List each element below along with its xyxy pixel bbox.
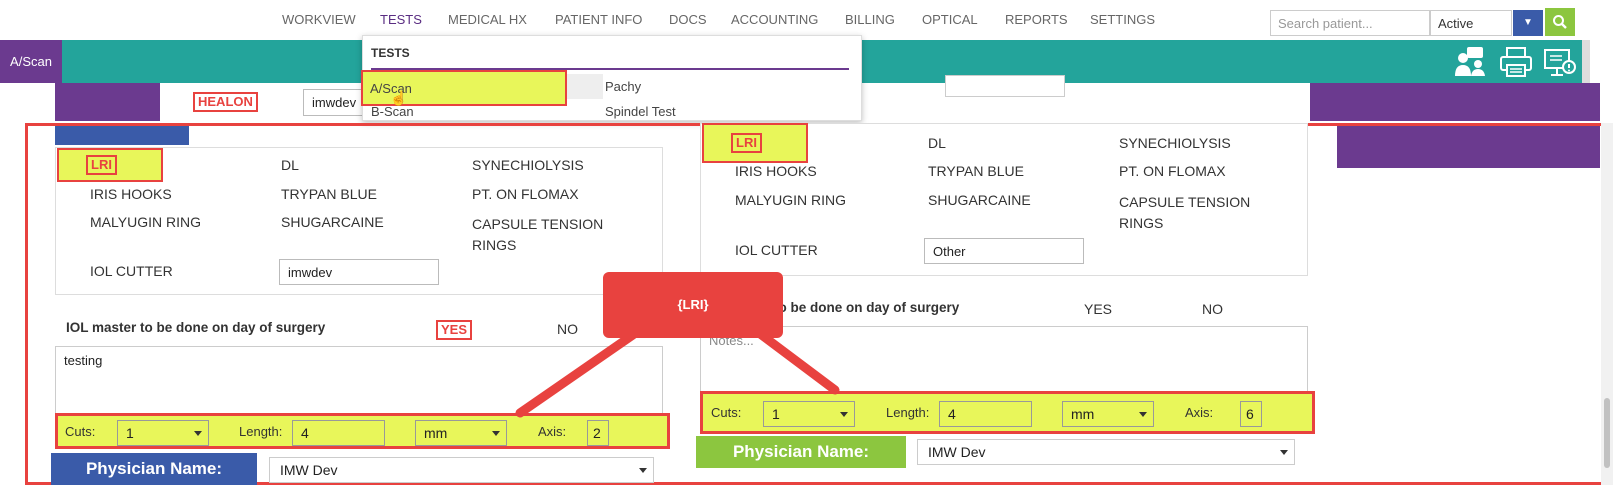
nav-settings[interactable]: SETTINGS	[1090, 12, 1155, 27]
left-physician-select[interactable]: IMW Dev	[269, 457, 654, 483]
right-length-label: Length:	[886, 405, 930, 420]
right-lri-option[interactable]: LRI	[731, 133, 762, 153]
tab-ascan[interactable]: A/Scan	[0, 40, 62, 83]
search-patient-input[interactable]: Search patient...	[1270, 10, 1430, 36]
left-malyugin-ring-option[interactable]: MALYUGIN RING	[90, 214, 201, 230]
left-cuts-select[interactable]: 1	[117, 420, 209, 446]
left-synechiolysis-option[interactable]: SYNECHIOLYSIS	[472, 157, 584, 173]
right-cuts-label: Cuts:	[711, 405, 742, 420]
right-capsule-tension-rings-option[interactable]: CAPSULE TENSION RINGS	[1119, 192, 1279, 234]
chevron-down-icon	[1280, 450, 1288, 455]
menu-item-ascan-highlight[interactable]: A/Scan ☝	[361, 70, 567, 106]
nav-accounting[interactable]: ACCOUNTING	[731, 12, 818, 27]
consult-icon[interactable]	[1452, 44, 1488, 80]
top-navigation: WORKVIEW TESTS MEDICAL HX PATIENT INFO D…	[0, 0, 1620, 40]
left-trypan-blue-option[interactable]: TRYPAN BLUE	[281, 186, 377, 202]
right-notes-textarea[interactable]: Notes...	[700, 326, 1308, 392]
left-dl-option[interactable]: DL	[281, 157, 299, 173]
left-iol-master-label: IOL master to be done on day of surgery	[66, 320, 326, 335]
left-unit-value: mm	[424, 425, 448, 441]
right-axis-input[interactable]: 6	[1240, 401, 1262, 427]
nav-docs[interactable]: DOCS	[669, 12, 707, 27]
right-iris-hooks-option[interactable]: IRIS HOOKS	[735, 163, 817, 179]
scrollbar-thumb[interactable]	[1604, 398, 1610, 468]
nav-reports[interactable]: REPORTS	[1005, 12, 1068, 27]
menu-item-pachy[interactable]: Pachy	[605, 79, 641, 94]
right-dl-option[interactable]: DL	[928, 135, 946, 151]
left-physician-value: IMW Dev	[280, 462, 338, 478]
right-iol-master-no[interactable]: NO	[1202, 301, 1223, 317]
right-pt-on-flomax-option[interactable]: PT. ON FLOMAX	[1119, 163, 1226, 179]
right-shugarcaine-option[interactable]: SHUGARCAINE	[928, 192, 1031, 208]
left-cuts-value: 1	[126, 425, 134, 441]
right-unit-value: mm	[1071, 406, 1095, 422]
nav-tests[interactable]: TESTS	[380, 12, 422, 27]
right-iol-cutter-option[interactable]: IOL CUTTER	[735, 242, 818, 258]
right-iol-master-yes[interactable]: YES	[1084, 301, 1112, 317]
right-incision-bar: Cuts: 1 Length: 4 mm Axis: 6	[700, 391, 1315, 434]
left-iris-hooks-option[interactable]: IRIS HOOKS	[90, 186, 172, 202]
menu-item-spindel-test[interactable]: Spindel Test	[605, 104, 676, 119]
search-button[interactable]	[1545, 8, 1575, 36]
left-physician-label: Physician Name:	[51, 453, 257, 485]
right-cuts-select[interactable]: 1	[763, 401, 855, 427]
printer-icon[interactable]	[1498, 44, 1534, 80]
left-axis-input[interactable]: 2	[587, 420, 609, 446]
right-physician-value: IMW Dev	[928, 444, 986, 460]
right-synechiolysis-option[interactable]: SYNECHIOLYSIS	[1119, 135, 1231, 151]
right-length-input[interactable]: 4	[939, 401, 1032, 427]
nav-workview[interactable]: WORKVIEW	[282, 12, 356, 27]
right-axis-label: Axis:	[1185, 405, 1214, 420]
left-axis-label: Axis:	[538, 424, 567, 439]
background-input[interactable]	[945, 75, 1065, 97]
left-incision-bar: Cuts: 1 Length: 4 mm Axis: 2	[55, 413, 670, 449]
search-icon	[1553, 15, 1567, 29]
left-lri-option[interactable]: LRI	[86, 155, 117, 175]
nav-optical[interactable]: OPTICAL	[922, 12, 978, 27]
lri-callout: {LRI}	[603, 272, 783, 338]
left-length-label: Length:	[239, 424, 283, 439]
chevron-down-icon	[639, 468, 647, 473]
right-iol-master-label: r to be done on day of surgery	[765, 300, 960, 315]
chevron-down-icon	[840, 412, 848, 417]
left-iol-cutter-input[interactable]: imwdev	[279, 259, 439, 285]
nav-billing[interactable]: BILLING	[845, 12, 895, 27]
right-iol-cutter-input[interactable]: Other	[924, 238, 1084, 264]
left-pt-on-flomax-option[interactable]: PT. ON FLOMAX	[472, 186, 579, 202]
left-cuts-label: Cuts:	[65, 424, 96, 439]
chevron-down-icon	[492, 431, 500, 436]
header-edge	[1582, 40, 1590, 83]
background-header-block	[1310, 83, 1600, 121]
right-physician-select[interactable]: IMW Dev	[917, 439, 1295, 465]
right-unit-select[interactable]: mm	[1062, 401, 1154, 427]
background-header-block	[55, 83, 160, 121]
nav-patient-info[interactable]: PATIENT INFO	[555, 12, 642, 27]
chevron-down-icon	[194, 431, 202, 436]
left-unit-select[interactable]: mm	[415, 420, 507, 446]
left-shugarcaine-option[interactable]: SHUGARCAINE	[281, 214, 384, 230]
vertical-scrollbar[interactable]	[1601, 123, 1613, 485]
left-notes-textarea[interactable]: testing	[55, 346, 663, 414]
right-physician-label: Physician Name:	[696, 436, 906, 468]
tests-menu-title: TESTS	[371, 46, 410, 60]
chevron-down-icon	[1139, 412, 1147, 417]
right-trypan-blue-option[interactable]: TRYPAN BLUE	[928, 163, 1024, 179]
left-iol-cutter-option[interactable]: IOL CUTTER	[90, 263, 173, 279]
patient-status-select[interactable]: Active	[1430, 10, 1512, 36]
nav-medical-hx[interactable]: MEDICAL HX	[448, 12, 527, 27]
left-iol-master-no[interactable]: NO	[557, 321, 578, 337]
right-cuts-value: 1	[772, 406, 780, 422]
right-malyugin-ring-option[interactable]: MALYUGIN RING	[735, 192, 846, 208]
chevron-down-icon[interactable]: ▼	[1513, 10, 1543, 36]
monitor-alert-icon[interactable]	[1542, 44, 1578, 80]
left-iol-master-yes[interactable]: YES	[436, 320, 473, 340]
healon-option[interactable]: HEALON	[193, 92, 258, 112]
mouse-cursor-icon: ☝	[390, 90, 408, 106]
left-length-input[interactable]: 4	[292, 420, 385, 446]
left-capsule-tension-rings-option[interactable]: CAPSULE TENSION RINGS	[472, 214, 632, 256]
